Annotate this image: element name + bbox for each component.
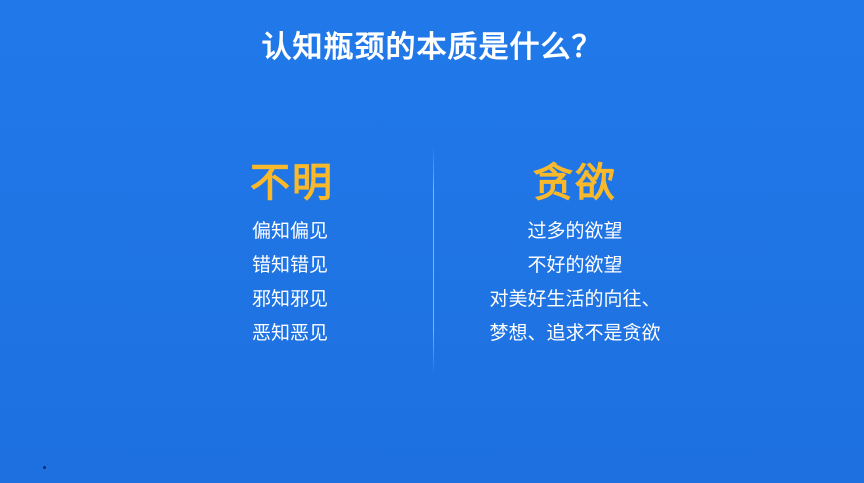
left-column: 不明 偏知偏见 错知错见 邪知邪见 恶知恶见 (248, 158, 388, 350)
right-item-list: 过多的欲望 不好的欲望 对美好生活的向往、 梦想、追求不是贪欲 (470, 214, 680, 350)
corner-dot (43, 466, 46, 469)
list-item: 偏知偏见 (252, 220, 329, 242)
slide: 认知瓶颈的本质是什么？ 不明 偏知偏见 错知错见 邪知邪见 恶知恶见 贪欲 过多… (0, 0, 864, 483)
right-heading: 贪欲 (533, 160, 617, 206)
right-column: 贪欲 过多的欲望 不好的欲望 对美好生活的向往、 梦想、追求不是贪欲 (470, 158, 680, 350)
list-item: 不好的欲望 (527, 254, 623, 276)
list-item: 梦想、追求不是贪欲 (489, 322, 661, 344)
list-item: 对美好生活的向往、 (489, 288, 661, 310)
list-item: 过多的欲望 (527, 220, 623, 242)
left-item-list: 偏知偏见 错知错见 邪知邪见 恶知恶见 (248, 214, 388, 350)
list-item: 邪知邪见 (252, 288, 329, 310)
slide-title: 认知瓶颈的本质是什么？ (261, 30, 603, 65)
list-item: 恶知恶见 (252, 322, 329, 344)
left-heading: 不明 (250, 160, 334, 206)
column-divider (433, 145, 434, 375)
list-item: 错知错见 (252, 254, 329, 276)
